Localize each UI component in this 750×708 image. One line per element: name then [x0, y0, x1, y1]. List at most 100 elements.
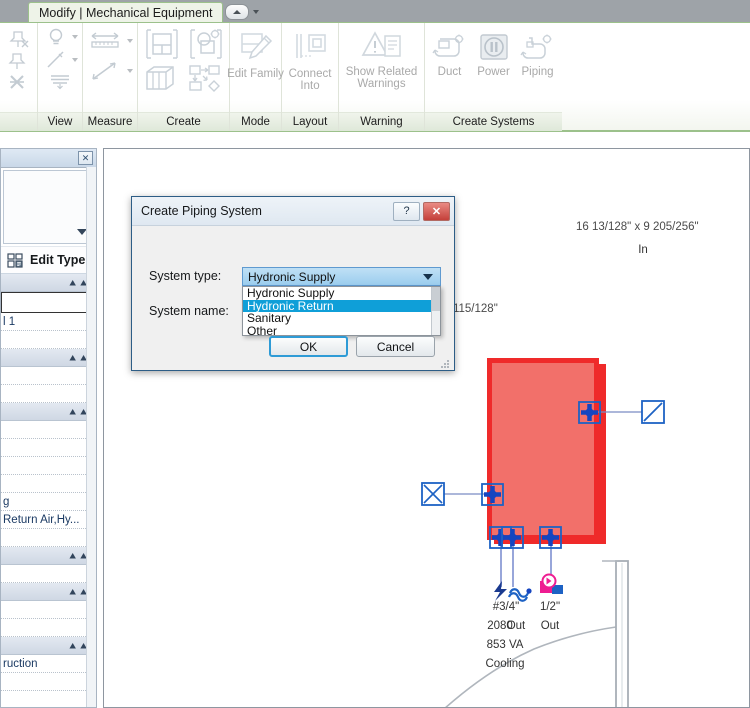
chevron-down-icon[interactable] — [126, 69, 133, 73]
ribbon-panel-title: Create Systems — [425, 112, 562, 131]
edit-family-button[interactable]: Edit Family — [226, 26, 286, 80]
measure-along-element-button[interactable] — [88, 60, 133, 82]
edit-family-group-icon — [189, 29, 222, 59]
edit-family-label: Edit Family — [227, 68, 284, 80]
property-row[interactable]: Return Air,Hy... — [1, 511, 96, 529]
property-row[interactable] — [1, 475, 96, 493]
dialog-title: Create Piping System — [141, 204, 262, 218]
close-icon[interactable]: ✕ — [423, 201, 450, 221]
property-row[interactable] — [1, 421, 96, 439]
power-outlet-icon — [479, 34, 508, 60]
show-related-warnings-button[interactable]: Show Related Warnings — [340, 26, 424, 90]
property-row[interactable] — [1, 385, 96, 403]
create-group-button[interactable] — [143, 64, 181, 92]
electrical-connector-direction: Out — [506, 620, 526, 632]
duct-system-icon — [431, 34, 463, 57]
property-row[interactable] — [1, 457, 96, 475]
chevron-down-icon[interactable] — [423, 274, 433, 280]
ribbon-panel-measure: Measure — [83, 23, 138, 131]
tab-modify-mechanical-equipment[interactable]: Modify | Mechanical Equipment — [28, 2, 224, 23]
ok-button[interactable]: OK — [269, 336, 348, 357]
pin-button[interactable] — [6, 28, 32, 50]
edit-type-button[interactable]: Edit Type — [1, 246, 96, 274]
chevron-down-icon[interactable] — [253, 10, 259, 14]
connect-into-label: Connect Into — [288, 68, 332, 92]
ribbon-panel-title: Warning — [339, 112, 424, 131]
property-group-header[interactable]: ▲▲ — [1, 637, 96, 655]
dialog-titlebar[interactable]: Create Piping System ? ✕ — [132, 197, 454, 226]
chevron-down-icon[interactable] — [126, 39, 133, 43]
ribbon-panel-warning: Show Related Warnings Warning — [339, 23, 425, 131]
property-row[interactable] — [1, 619, 96, 637]
connect-into-button[interactable]: Connect Into — [280, 26, 340, 92]
delete-button[interactable] — [6, 72, 32, 92]
piping-label: Piping — [521, 66, 554, 78]
dropdown-scrollbar[interactable] — [431, 287, 440, 335]
property-group-header[interactable]: ▲▲ — [1, 274, 96, 292]
unpin-button[interactable] — [6, 51, 32, 71]
property-row[interactable] — [1, 439, 96, 457]
cancel-button[interactable]: Cancel — [356, 336, 435, 357]
property-group-header[interactable]: ▲▲ — [1, 547, 96, 565]
ribbon-body: View Measure Create Edit Family Mode Con… — [0, 22, 750, 132]
properties-scrollbar[interactable] — [86, 167, 96, 707]
type-selector[interactable] — [3, 170, 94, 244]
properties-palette-titlebar: ✕ — [1, 149, 96, 168]
property-row[interactable] — [1, 367, 96, 385]
property-row[interactable] — [1, 292, 96, 313]
ribbon-panel-title: View — [38, 112, 82, 131]
dropdown-option[interactable]: Hydronic Supply — [243, 287, 440, 300]
property-row[interactable] — [1, 529, 96, 547]
ribbon-panel-modify — [0, 23, 38, 131]
create-similar-button[interactable] — [143, 26, 181, 62]
close-icon[interactable]: ✕ — [78, 151, 93, 165]
dropdown-scrollbar-thumb[interactable] — [432, 287, 440, 311]
property-value: g — [3, 495, 10, 508]
piping-button[interactable]: Piping — [516, 26, 560, 78]
piping-system-icon — [519, 34, 551, 59]
property-row[interactable] — [1, 565, 96, 583]
electrical-connector-va: 853 VA — [486, 639, 524, 651]
chevron-down-icon[interactable] — [71, 35, 78, 39]
property-row[interactable]: g — [1, 493, 96, 511]
connect-into-icon — [296, 34, 326, 58]
edit-family-group-button[interactable] — [187, 26, 225, 62]
dropdown-option[interactable]: Sanitary — [243, 312, 440, 325]
property-group-header[interactable]: ▲▲ — [1, 403, 96, 421]
system-type-combobox[interactable]: Hydronic Supply — [242, 267, 441, 286]
property-group-header[interactable]: ▲▲ — [1, 349, 96, 367]
system-type-dropdown-list[interactable]: Hydronic Supply Hydronic Return Sanitary… — [242, 286, 441, 337]
chevron-down-icon[interactable] — [71, 57, 78, 62]
property-row[interactable] — [1, 673, 96, 691]
delete-icon — [9, 75, 24, 89]
ribbon-panels: View Measure Create Edit Family Mode Con… — [0, 23, 562, 131]
visibility-graphics-button[interactable] — [43, 26, 78, 48]
linework-button[interactable] — [47, 71, 73, 91]
property-row[interactable] — [1, 331, 96, 349]
ribbon-panel-layout: Connect Into Layout — [282, 23, 339, 131]
connector-in-dimension: 16 13/128" x 9 205/256" — [576, 221, 699, 233]
resize-grip-icon[interactable] — [441, 360, 450, 369]
create-group-icon — [145, 66, 174, 90]
revit-application-window: Modify | Mechanical Equipment View Measu… — [0, 0, 750, 708]
pipe-connector-size: 1/2" — [539, 601, 561, 613]
property-row[interactable] — [1, 601, 96, 619]
duct-label: Duct — [437, 66, 462, 78]
paint-button[interactable] — [43, 49, 78, 70]
measure-between-references-button[interactable] — [88, 30, 133, 52]
ribbon-panel-title: Measure — [83, 112, 137, 131]
show-related-warnings-label: Show Related Warnings — [345, 66, 418, 90]
property-value: l 1 — [3, 315, 16, 328]
ribbon-panel-title: Create — [138, 112, 229, 131]
duct-button[interactable]: Duct — [428, 26, 472, 78]
power-button[interactable]: Power — [472, 26, 516, 78]
property-row[interactable]: l 1 — [1, 313, 96, 331]
ribbon-collapse-control[interactable] — [225, 4, 259, 20]
property-group-header[interactable]: ▲▲ — [1, 583, 96, 601]
system-type-value: Hydronic Supply — [248, 269, 336, 284]
paint-brush-icon — [46, 51, 64, 68]
property-row[interactable]: ruction — [1, 655, 96, 673]
collapse-ribbon-icon[interactable] — [225, 4, 249, 20]
create-part-button[interactable] — [187, 64, 225, 92]
question-mark-icon[interactable]: ? — [393, 201, 420, 221]
